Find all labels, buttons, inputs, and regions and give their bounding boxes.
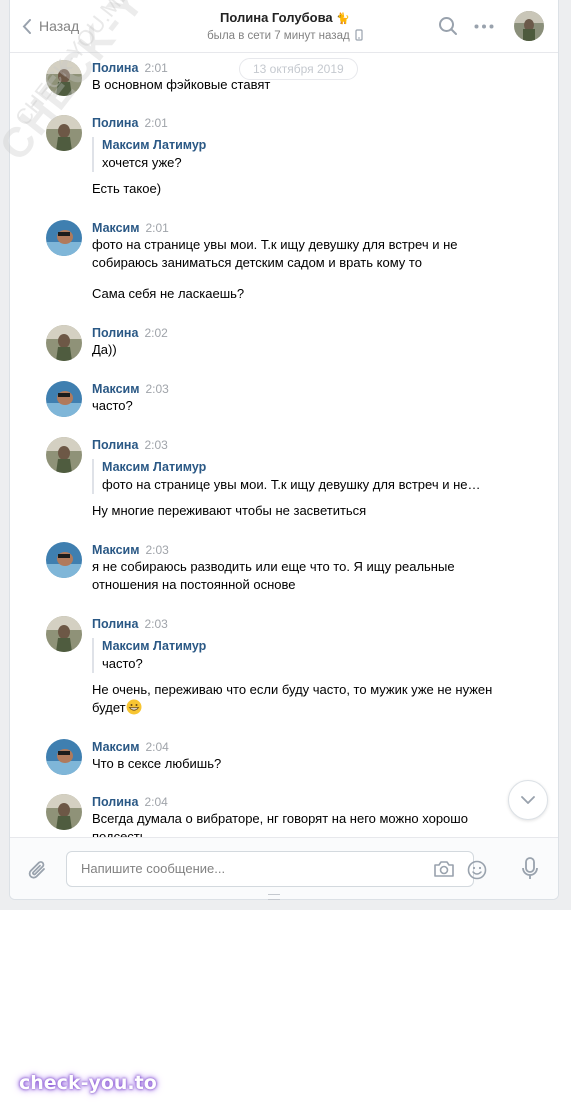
date-divider: 13 октября 2019 bbox=[239, 58, 358, 80]
message-text: Сама себя не ласкаешь? bbox=[92, 286, 245, 301]
avatar[interactable] bbox=[46, 381, 82, 417]
watermark-brand: check-you.to bbox=[19, 1072, 157, 1094]
avatar[interactable] bbox=[46, 437, 82, 473]
message-text: Да)) bbox=[92, 342, 117, 357]
quote-author: Максим Латимур bbox=[102, 138, 207, 152]
resize-grip[interactable] bbox=[268, 894, 280, 900]
avatar[interactable] bbox=[46, 616, 82, 652]
mobile-icon bbox=[355, 29, 363, 41]
back-label: Назад bbox=[39, 18, 80, 34]
message-author[interactable]: Полина bbox=[92, 116, 138, 130]
message-text: Не очень, переживаю что если буду часто,… bbox=[92, 682, 493, 715]
message-author[interactable]: Максим bbox=[92, 543, 140, 557]
avatar[interactable] bbox=[46, 115, 82, 151]
message-text: фото на странице увы мои. Т.к ищу девушк… bbox=[92, 237, 458, 270]
message-time: 2:01 bbox=[145, 221, 169, 235]
message-text: я не собираюсь разводить или еще что то.… bbox=[92, 559, 455, 592]
message-text: Есть такое) bbox=[92, 181, 162, 196]
reply-quote[interactable]: Максим Латимур часто? bbox=[92, 638, 497, 673]
message-time: 2:04 bbox=[145, 740, 169, 754]
quote-text: фото на странице увы мои. Т.к ищу девушк… bbox=[102, 477, 481, 492]
message-text: Всегда думала о вибраторе, нг говорят на… bbox=[92, 811, 468, 837]
message-history[interactable]: 13 октября 2019 Полина 2:01 В основном фэ… bbox=[10, 52, 558, 837]
message-text: Что в сексе любишь? bbox=[92, 756, 222, 771]
quote-text: часто? bbox=[102, 656, 143, 671]
quote-author: Максим Латимур bbox=[102, 460, 207, 474]
scroll-to-bottom-button[interactable] bbox=[508, 780, 548, 820]
chat-header: Назад Полина Голубова 🐈 была в сети 7 ми… bbox=[10, 0, 558, 53]
camera-icon[interactable] bbox=[433, 860, 455, 878]
paperclip-icon[interactable] bbox=[27, 858, 49, 882]
search-icon[interactable] bbox=[438, 16, 458, 36]
more-icon[interactable] bbox=[474, 24, 494, 29]
chevron-down-icon bbox=[521, 796, 535, 804]
message-time: 2:01 bbox=[144, 116, 168, 130]
message-input[interactable] bbox=[79, 860, 423, 877]
quote-author: Максим Латимур bbox=[102, 639, 207, 653]
message-input-box[interactable] bbox=[66, 851, 487, 887]
microphone-icon[interactable] bbox=[522, 857, 538, 881]
avatar[interactable] bbox=[46, 60, 82, 96]
message-composer bbox=[10, 837, 558, 899]
online-status: была в сети 7 минут назад bbox=[160, 29, 410, 42]
quote-text: хочется уже? bbox=[102, 155, 182, 170]
smile-icon[interactable] bbox=[467, 860, 487, 880]
message-time: 2:04 bbox=[144, 795, 168, 809]
chat-panel: Назад Полина Голубова 🐈 была в сети 7 ми… bbox=[9, 0, 559, 900]
avatar[interactable] bbox=[46, 739, 82, 775]
message-time: 2:03 bbox=[145, 382, 169, 396]
message-author[interactable]: Максим bbox=[92, 221, 140, 235]
message-time: 2:01 bbox=[144, 61, 168, 75]
reply-quote[interactable]: Максим Латимур хочется уже? bbox=[92, 137, 497, 172]
chat-title-block[interactable]: Полина Голубова 🐈 была в сети 7 минут на… bbox=[160, 10, 410, 42]
message-time: 2:03 bbox=[144, 438, 168, 452]
message-author[interactable]: Полина bbox=[92, 326, 138, 340]
message-time: 2:03 bbox=[144, 617, 168, 631]
message-text: часто? bbox=[92, 398, 133, 413]
message-author[interactable]: Полина bbox=[92, 795, 138, 809]
message-author[interactable]: Максим bbox=[92, 740, 140, 754]
message-author[interactable]: Максим bbox=[92, 382, 140, 396]
message-author[interactable]: Полина bbox=[92, 61, 138, 75]
chevron-left-icon bbox=[22, 18, 31, 34]
message-author[interactable]: Полина bbox=[92, 438, 138, 452]
avatar[interactable] bbox=[46, 325, 82, 361]
avatar[interactable] bbox=[46, 794, 82, 830]
message-time: 2:02 bbox=[144, 326, 168, 340]
cat-emoji-icon: 🐈 bbox=[336, 13, 350, 25]
message-text: Ну многие переживают чтобы не засветитьс… bbox=[92, 503, 367, 518]
page-title: Полина Голубова 🐈 bbox=[220, 10, 350, 25]
avatar[interactable] bbox=[46, 220, 82, 256]
message-author[interactable]: Полина bbox=[92, 617, 138, 631]
contact-avatar[interactable] bbox=[514, 11, 544, 41]
grin-emoji-icon bbox=[126, 699, 142, 715]
reply-quote[interactable]: Максим Латимур фото на странице увы мои.… bbox=[92, 459, 497, 494]
back-button[interactable]: Назад bbox=[22, 15, 79, 37]
avatar[interactable] bbox=[46, 542, 82, 578]
message-time: 2:03 bbox=[145, 543, 169, 557]
